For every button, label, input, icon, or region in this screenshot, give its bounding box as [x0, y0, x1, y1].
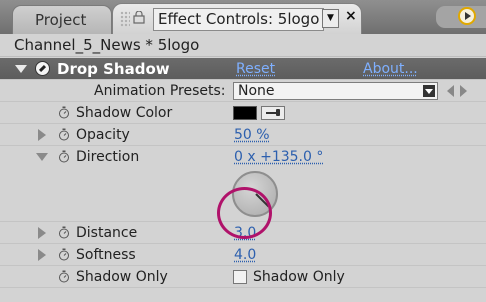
lock-icon[interactable] — [133, 11, 145, 24]
twirl-expanded-icon[interactable] — [36, 153, 48, 161]
animation-presets-row: Animation Presets: None — [0, 80, 486, 102]
effect-header-drop-shadow[interactable]: Drop Shadow Reset About... — [0, 58, 486, 80]
stopwatch-icon[interactable] — [58, 106, 70, 119]
animation-presets-label: Animation Presets: — [94, 83, 226, 99]
property-row-shadow-color: Shadow Color — [0, 102, 486, 124]
reset-link[interactable]: Reset — [236, 58, 275, 80]
stopwatch-icon[interactable] — [58, 150, 70, 163]
twirl-expanded-icon[interactable] — [15, 65, 27, 73]
twirl-collapsed-icon[interactable] — [38, 249, 46, 261]
fx-toggle-icon[interactable] — [35, 61, 50, 76]
opacity-label: Opacity — [76, 127, 130, 143]
opacity-value[interactable]: 50 % — [234, 124, 270, 146]
panel-tab-bar: Project Effect Controls: 5logo ▼ × — [0, 0, 486, 34]
stopwatch-icon[interactable] — [58, 226, 70, 239]
chevron-down-icon[interactable] — [423, 85, 435, 97]
property-row-direction: Direction 0 x +135.0 ° — [0, 146, 486, 168]
tab-effect-controls[interactable]: Effect Controls: 5logo ▼ × — [112, 3, 362, 34]
softness-value[interactable]: 4.0 — [234, 244, 256, 266]
twirl-collapsed-icon[interactable] — [38, 129, 46, 141]
about-link[interactable]: About... — [363, 58, 418, 80]
property-row-softness: Softness 4.0 — [0, 244, 486, 266]
effect-name: Drop Shadow — [57, 60, 170, 78]
shadow-only-label: Shadow Only — [76, 269, 168, 285]
twirl-collapsed-icon[interactable] — [38, 227, 46, 239]
highlight-circle — [217, 187, 272, 239]
property-row-shadow-only: Shadow Only Shadow Only — [0, 266, 486, 288]
direction-label: Direction — [76, 149, 140, 165]
direction-value[interactable]: 0 x +135.0 ° — [234, 146, 323, 168]
tab-overflow[interactable] — [436, 6, 486, 28]
close-icon[interactable]: × — [345, 8, 357, 24]
panel-menu-button[interactable]: ▼ — [322, 9, 339, 28]
shadow-only-checkbox[interactable] — [233, 270, 247, 284]
play-icon[interactable] — [458, 7, 476, 25]
composition-layer-label: Channel_5_News * 5logo — [14, 36, 200, 54]
effect-controls-panel: Project Effect Controls: 5logo ▼ × Chann… — [0, 0, 486, 302]
tab-project[interactable]: Project — [12, 5, 112, 34]
shadow-color-label: Shadow Color — [76, 105, 173, 121]
property-row-opacity: Opacity 50 % — [0, 124, 486, 146]
softness-label: Softness — [76, 247, 136, 263]
panel-body: Channel_5_News * 5logo Drop Shadow Reset… — [0, 34, 486, 302]
stopwatch-icon[interactable] — [58, 248, 70, 261]
stopwatch-icon[interactable] — [58, 270, 70, 283]
shadow-only-checkbox-label[interactable]: Shadow Only — [253, 266, 345, 288]
tab-effect-controls-label: Effect Controls: 5logo — [153, 8, 325, 31]
grip-icon[interactable] — [120, 11, 130, 27]
animation-presets-value: None — [238, 83, 275, 99]
shadow-color-swatch[interactable] — [233, 106, 257, 120]
previous-preset-icon[interactable] — [447, 85, 454, 97]
stopwatch-icon[interactable] — [58, 128, 70, 141]
next-preset-icon[interactable] — [460, 85, 467, 97]
animation-presets-dropdown[interactable]: None — [233, 82, 438, 100]
distance-label: Distance — [76, 225, 138, 241]
eyedropper-icon[interactable] — [261, 106, 285, 120]
breadcrumb: Channel_5_News * 5logo — [0, 34, 486, 57]
